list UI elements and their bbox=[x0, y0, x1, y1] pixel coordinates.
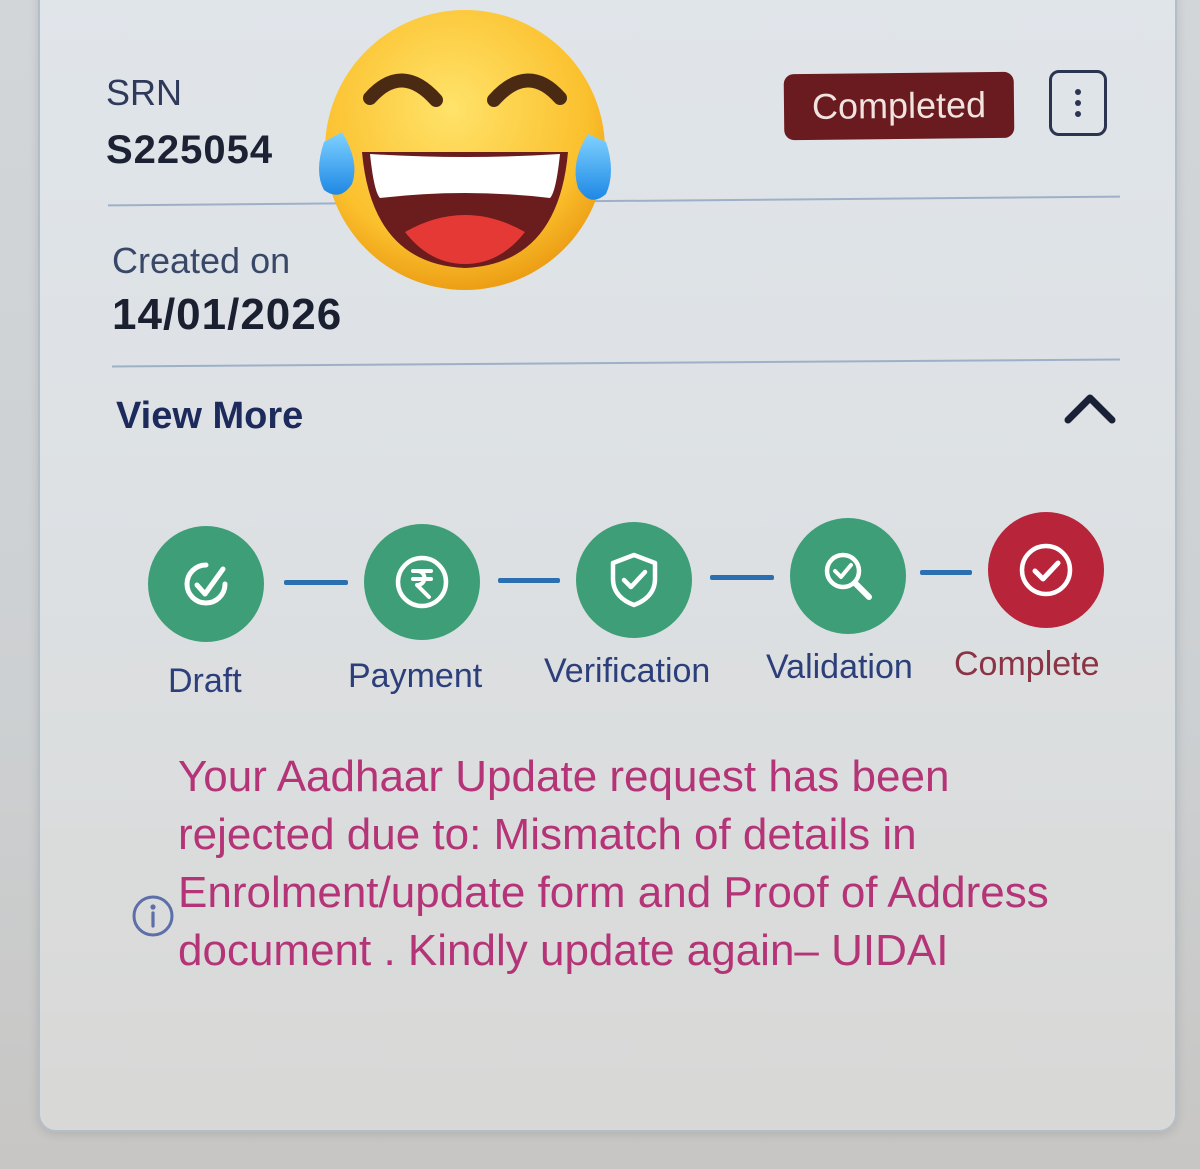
rejection-message: Your Aadhaar Update request has been rej… bbox=[178, 752, 1049, 975]
step-label-verification: Verification bbox=[544, 652, 711, 690]
created-on-date: 14/01/2026 bbox=[112, 290, 343, 339]
status-badge: Completed bbox=[783, 71, 1015, 141]
step-connector bbox=[284, 580, 348, 585]
step-label-complete: Complete bbox=[954, 645, 1100, 683]
more-options-button[interactable] bbox=[1049, 70, 1107, 136]
shield-check-icon bbox=[610, 552, 658, 608]
kebab-menu-icon bbox=[1075, 89, 1081, 95]
step-label-payment: Payment bbox=[348, 657, 483, 695]
step-label-validation: Validation bbox=[766, 648, 913, 686]
step-payment bbox=[364, 524, 480, 640]
step-complete bbox=[988, 512, 1104, 628]
step-validation bbox=[790, 518, 906, 634]
magnifier-check-icon bbox=[824, 552, 872, 600]
step-label-draft: Draft bbox=[168, 662, 242, 700]
step-connector bbox=[710, 575, 774, 580]
srn-value: S225054 bbox=[106, 128, 274, 172]
rupee-icon bbox=[395, 555, 449, 609]
step-connector bbox=[498, 578, 560, 583]
circle-check-icon bbox=[1019, 543, 1073, 597]
step-connector bbox=[920, 570, 972, 575]
view-more-toggle[interactable]: View More bbox=[116, 395, 303, 438]
created-on-label: Created on bbox=[112, 240, 291, 281]
srn-label: SRN bbox=[106, 72, 183, 113]
step-draft bbox=[148, 526, 264, 642]
chevron-up-icon[interactable] bbox=[1062, 388, 1118, 428]
face-with-tears-of-joy-emoji bbox=[319, 10, 611, 290]
step-verification bbox=[576, 522, 692, 638]
info-icon bbox=[132, 895, 174, 937]
draft-check-icon bbox=[184, 562, 228, 606]
